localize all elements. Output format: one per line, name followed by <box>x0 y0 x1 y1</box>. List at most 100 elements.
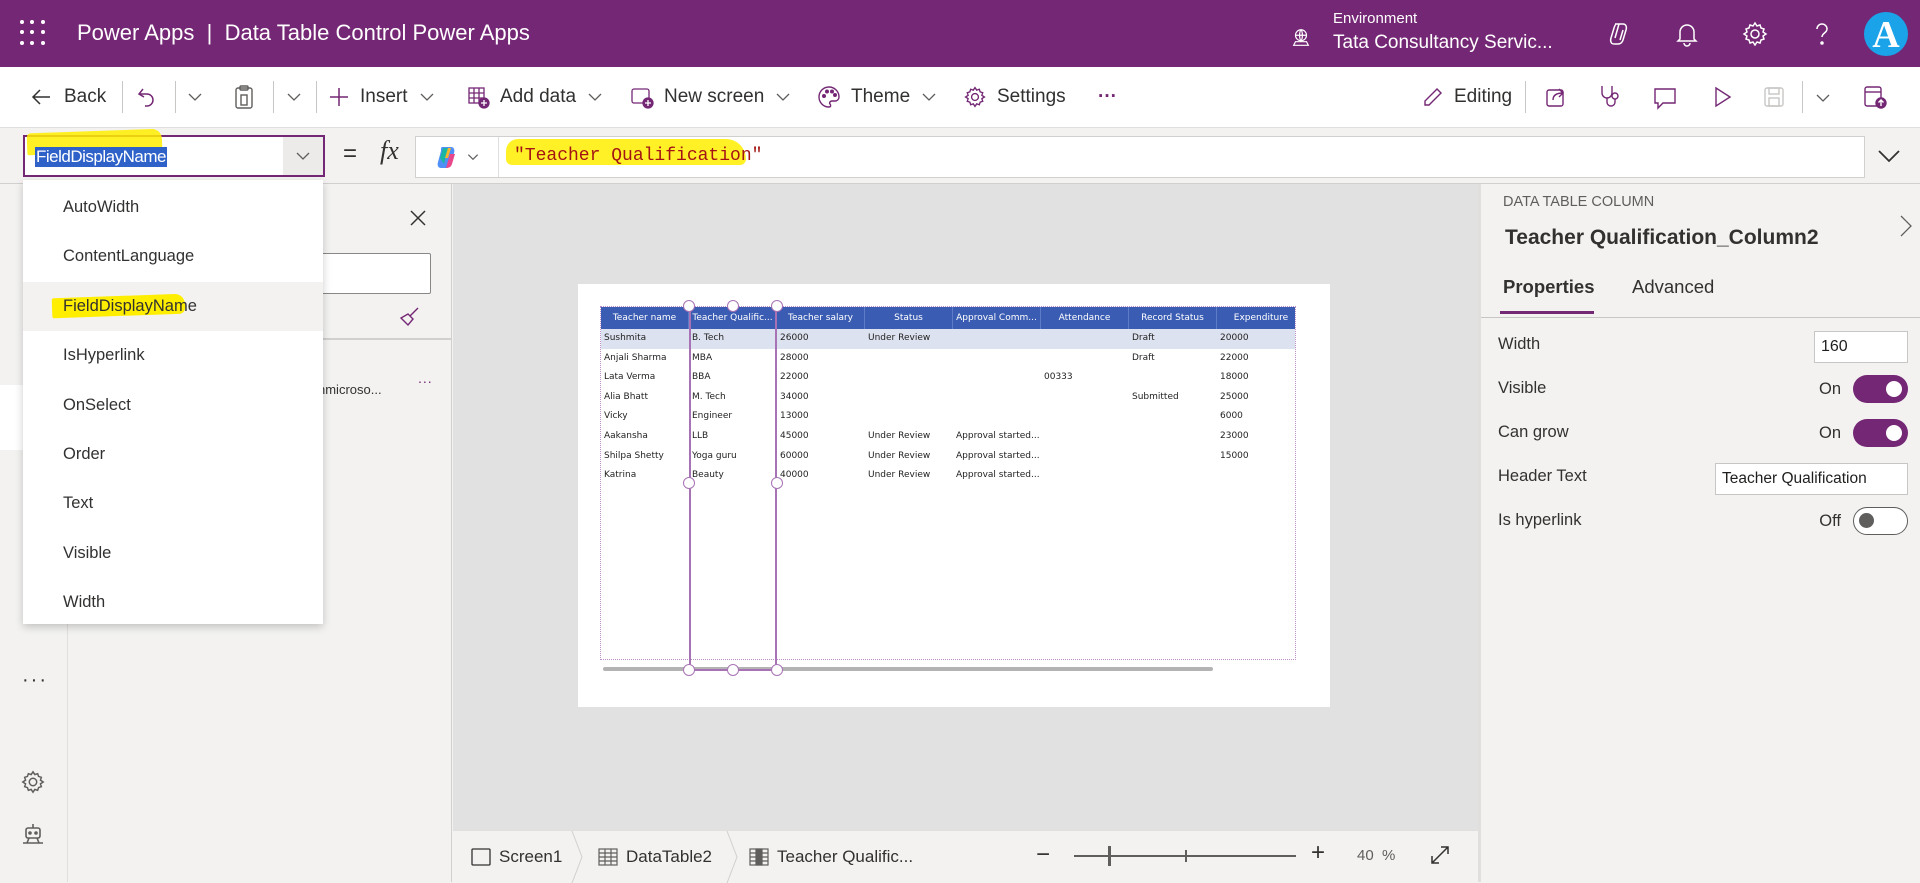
header-text-label: Header Text <box>1498 467 1587 485</box>
header-text-input[interactable]: Teacher Qualification <box>1715 463 1908 495</box>
dropdown-option[interactable]: IsHyperlink <box>23 331 323 380</box>
editing-button[interactable]: Editing <box>1422 81 1512 113</box>
new-screen-button[interactable]: New screen <box>630 81 792 113</box>
more-options-icon[interactable]: ... <box>418 370 433 386</box>
fit-to-window-icon[interactable] <box>1428 843 1452 867</box>
insert-button[interactable]: Insert <box>328 81 436 113</box>
column-header[interactable]: Status <box>865 307 953 329</box>
resize-handle[interactable] <box>771 664 783 676</box>
chevron-down-icon[interactable] <box>1814 89 1832 107</box>
table-row[interactable]: Shilpa Shetty Yoga guru 60000 Under Review A… <box>601 447 1295 467</box>
paste-button[interactable] <box>232 81 256 113</box>
table-row[interactable]: Katrina Beauty 40000 Under Review Approval s… <box>601 466 1295 486</box>
property-dropdown-button[interactable] <box>283 137 323 175</box>
resize-handle[interactable] <box>727 300 739 312</box>
table-row[interactable]: Alia Bhatt M. Tech 34000 Submitted 25000 <box>601 388 1295 408</box>
chevron-down-icon <box>287 93 301 101</box>
visible-toggle[interactable] <box>1853 375 1908 403</box>
table-icon <box>598 848 618 866</box>
data-table[interactable]: Teacher name Teacher Qualific... Teacher s… <box>600 300 1296 676</box>
width-input[interactable]: 160 <box>1814 331 1908 363</box>
copilot-button[interactable] <box>416 137 499 177</box>
breadcrumb-datatable2[interactable]: DataTable2 <box>598 845 712 869</box>
resize-handle[interactable] <box>683 300 695 312</box>
command-bar: Back Insert Add data New screen Theme Se… <box>0 67 1920 128</box>
column-header[interactable]: Approval Comm... <box>953 307 1041 329</box>
chevron-right-icon[interactable] <box>1899 214 1913 238</box>
column-header[interactable]: Attendance <box>1041 307 1129 329</box>
resize-handle[interactable] <box>727 664 739 676</box>
dropdown-option[interactable]: Order <box>23 430 323 479</box>
column-header[interactable]: Expenditure <box>1217 307 1305 329</box>
can-grow-toggle[interactable] <box>1853 419 1908 447</box>
column-header[interactable]: Record Status <box>1129 307 1217 329</box>
avatar[interactable]: A <box>1864 12 1908 56</box>
dropdown-option[interactable]: AutoWidth <box>23 183 323 232</box>
theme-button[interactable]: Theme <box>817 81 938 113</box>
more-commands-button[interactable]: ··· <box>1098 81 1117 113</box>
zoom-slider-thumb[interactable] <box>1108 846 1112 866</box>
copilot-icon[interactable] <box>1606 20 1634 48</box>
settings-button[interactable]: Settings <box>963 81 1066 113</box>
table-row[interactable]: Anjali Sharma MBA 28000 Draft 22000 <box>601 349 1295 369</box>
dropdown-option[interactable]: Text <box>23 479 323 528</box>
gear-icon[interactable] <box>20 769 46 795</box>
chevron-down-icon[interactable] <box>1875 142 1903 170</box>
undo-button[interactable] <box>135 81 159 113</box>
dropdown-option[interactable]: OnSelect <box>23 381 323 430</box>
column-header[interactable]: Teacher name <box>601 307 689 329</box>
tab-advanced[interactable]: Advanced <box>1632 276 1714 298</box>
save-icon[interactable] <box>1762 85 1786 109</box>
zoom-out-button[interactable]: − <box>1036 841 1050 869</box>
more-icon[interactable]: ··· <box>22 669 48 692</box>
publish-icon[interactable] <box>1862 84 1888 110</box>
back-button[interactable]: Back <box>30 81 106 113</box>
tab-properties[interactable]: Properties <box>1503 276 1595 298</box>
table-cell: MBA <box>692 352 713 363</box>
resize-handle[interactable] <box>771 477 783 489</box>
dropdown-option[interactable]: ContentLanguage <box>23 232 323 281</box>
resize-handle[interactable] <box>683 477 695 489</box>
resize-handle[interactable] <box>683 664 695 676</box>
comments-icon[interactable] <box>1652 85 1678 111</box>
dropdown-option[interactable]: Width <box>23 578 323 627</box>
dropdown-option[interactable]: FieldDisplayName <box>23 281 323 331</box>
formula-input[interactable]: "Teacher Qualification" <box>415 136 1865 178</box>
breadcrumb-screen1[interactable]: Screen1 <box>471 845 562 869</box>
table-cell <box>865 407 953 427</box>
bot-icon[interactable] <box>20 821 46 847</box>
waffle-icon[interactable] <box>20 20 46 46</box>
fx-icon[interactable]: fx <box>380 136 399 166</box>
divider <box>316 81 317 113</box>
property-selector[interactable]: FieldDisplayName <box>23 128 325 177</box>
gear-icon[interactable] <box>1741 20 1769 48</box>
table-row[interactable]: Aakansha LLB 45000 Under Review Approval sta… <box>601 427 1295 447</box>
tree-search-input[interactable] <box>308 253 431 294</box>
screen1[interactable]: Teacher name Teacher Qualific... Teacher s… <box>578 284 1330 707</box>
environment-label: Environment <box>1333 10 1418 27</box>
breadcrumb-column[interactable]: Teacher Qualific... <box>749 845 913 869</box>
column-header[interactable]: Teacher salary <box>777 307 865 329</box>
paste-dropdown[interactable] <box>285 81 303 113</box>
resize-handle[interactable] <box>771 300 783 312</box>
tree-item-text[interactable]: nmicroso... <box>318 382 382 397</box>
add-data-button[interactable]: Add data <box>466 81 604 113</box>
dropdown-option[interactable]: Visible <box>23 529 323 578</box>
breadcrumb-separator <box>726 831 738 883</box>
bell-icon[interactable] <box>1673 20 1701 48</box>
table-row[interactable]: Sushmita B. Tech 26000 Under Review Draft 200… <box>601 329 1295 349</box>
undo-dropdown[interactable] <box>186 81 204 113</box>
table-row[interactable]: Vicky Engineer 13000 6000 <box>601 407 1295 427</box>
share-icon[interactable] <box>1544 85 1568 109</box>
table-cell <box>865 349 953 369</box>
table-row[interactable]: Lata Verma BBA 22000 00333 18000 <box>601 368 1295 388</box>
zoom-in-button[interactable]: + <box>1311 839 1325 867</box>
canvas[interactable]: Teacher name Teacher Qualific... Teacher s… <box>453 184 1478 830</box>
help-icon[interactable] <box>1808 20 1836 48</box>
broom-icon[interactable] <box>398 306 420 328</box>
close-icon[interactable] <box>408 208 428 228</box>
app-checker-icon[interactable] <box>1598 84 1622 110</box>
is-hyperlink-toggle[interactable] <box>1853 507 1908 535</box>
zoom-slider[interactable] <box>1074 846 1296 866</box>
play-icon[interactable] <box>1710 85 1734 109</box>
